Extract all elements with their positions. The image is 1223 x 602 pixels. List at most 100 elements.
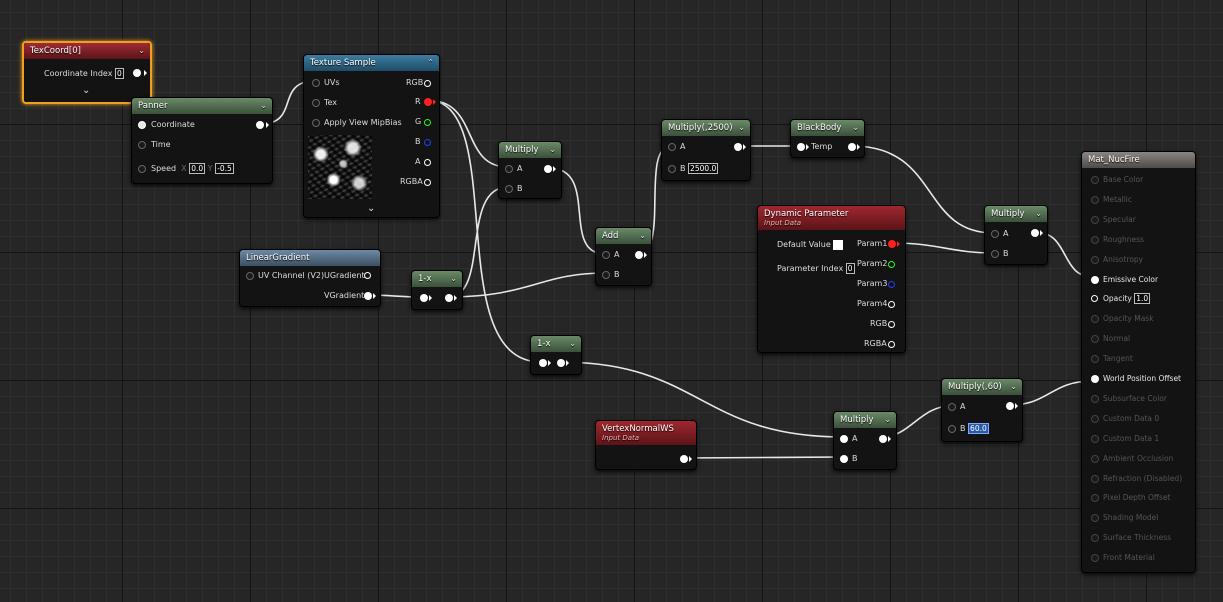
material-pin-opacity-mask[interactable] (1091, 315, 1099, 324)
a-pin[interactable] (505, 165, 513, 173)
dynamic-parameter-node[interactable]: Dynamic Parameter Input Data Default Valu… (757, 205, 906, 353)
rgba-pin[interactable] (888, 341, 895, 348)
material-pin-normal[interactable] (1091, 335, 1099, 344)
texcoord-header[interactable]: TexCoord[0] ⌄ (24, 43, 150, 59)
output-pin[interactable] (1031, 229, 1039, 237)
param1-pin[interactable] (888, 240, 896, 248)
one-minus-node-2[interactable]: 1-x ⌄ (530, 335, 582, 375)
material-pin-opacity[interactable] (1091, 295, 1098, 303)
material-pin-front-material[interactable] (1091, 554, 1099, 563)
multiply-header[interactable]: Multiply ⌄ (834, 412, 896, 428)
param3-pin[interactable] (888, 281, 895, 288)
chevron-down-icon[interactable]: ⌄ (884, 412, 891, 428)
material-result-node[interactable]: Mat_NucFire Base Color Metallic Specular Ro… (1081, 151, 1196, 573)
dynamic-parameter-header[interactable]: Dynamic Parameter Input Data (758, 206, 905, 230)
b-pin[interactable] (602, 271, 610, 279)
material-pin-specular[interactable] (1091, 215, 1099, 224)
blackbody-header[interactable]: BlackBody ⌄ (791, 120, 864, 136)
mipbias-pin[interactable] (312, 119, 320, 127)
b-pin[interactable] (668, 165, 676, 173)
material-pin-shading-model[interactable] (1091, 514, 1099, 523)
vertex-normal-node[interactable]: VertexNormalWS Input Data (595, 420, 697, 470)
coordinate-index-field[interactable]: 0 (114, 68, 124, 79)
material-pin-custom-data-1[interactable] (1091, 434, 1099, 443)
speed-y-field[interactable]: -0.5 (215, 163, 234, 174)
vgradient-pin[interactable] (364, 292, 372, 300)
multiply-header[interactable]: Multiply ⌄ (985, 206, 1047, 222)
vertex-normal-header[interactable]: VertexNormalWS Input Data (596, 421, 696, 445)
add-header[interactable]: Add ⌄ (596, 228, 651, 244)
chevron-down-icon[interactable]: ⌄ (569, 336, 576, 352)
r-pin[interactable] (424, 98, 432, 106)
one-minus-header[interactable]: 1-x ⌄ (531, 336, 581, 352)
material-pin-subsurface-color[interactable] (1091, 394, 1099, 403)
a-pin[interactable] (668, 143, 676, 151)
rgb-pin[interactable] (888, 321, 895, 328)
multiply-60-header[interactable]: Multiply(,60) ⌄ (942, 379, 1022, 395)
panner-node[interactable]: Panner ⌄ Coordinate Time Speed X 0.0 Y -0… (131, 97, 273, 184)
b-pin[interactable] (505, 185, 513, 193)
output-pin[interactable] (680, 455, 688, 463)
speed-x-field[interactable]: 0.0 (189, 163, 206, 174)
material-pin-roughness[interactable] (1091, 235, 1099, 244)
multiply-2500-header[interactable]: Multiply(,2500) ⌄ (662, 120, 750, 136)
material-pin-emissive-color[interactable] (1091, 275, 1099, 284)
output-pin[interactable] (635, 251, 643, 259)
chevron-down-icon[interactable]: ⌄ (852, 120, 859, 136)
multiply-60-node[interactable]: Multiply(,60) ⌄ A B 60.0 (941, 378, 1023, 442)
multiply-vertex-node[interactable]: Multiply ⌄ A B (833, 411, 897, 470)
chevron-down-icon[interactable]: ⌄ (1010, 379, 1017, 395)
material-pin-custom-data-0[interactable] (1091, 414, 1099, 423)
a-pin[interactable] (991, 230, 999, 238)
a-pin[interactable] (424, 159, 431, 166)
linear-gradient-node[interactable]: LinearGradient UV Channel (V2) UGradient… (239, 249, 381, 307)
material-pin-pixel-depth-offset[interactable] (1091, 494, 1099, 503)
multiply-header[interactable]: Multiply ⌄ (499, 142, 561, 158)
opacity-value-field[interactable]: 1.0 (1134, 293, 1151, 305)
blackbody-node[interactable]: BlackBody ⌄ Temp (790, 119, 865, 158)
chevron-down-icon[interactable]: ⌄ (549, 142, 556, 158)
input-pin[interactable] (420, 294, 428, 302)
material-pin-tangent[interactable] (1091, 355, 1099, 364)
output-pin[interactable] (133, 69, 141, 77)
b-pin[interactable] (948, 425, 956, 433)
a-pin[interactable] (602, 251, 610, 259)
texture-sample-header[interactable]: Texture Sample ⌃ (304, 55, 439, 71)
param4-pin[interactable] (888, 301, 895, 308)
chevron-down-icon[interactable]: ⌄ (639, 228, 646, 244)
multiply-emissive-node[interactable]: Multiply ⌄ A B (984, 205, 1048, 265)
chevron-down-icon[interactable]: ⌄ (260, 98, 267, 114)
chevron-down-icon[interactable]: ⌄ (367, 203, 375, 215)
b-pin[interactable] (991, 250, 999, 258)
g-pin[interactable] (424, 119, 431, 126)
chevron-down-icon[interactable]: ⌄ (450, 271, 457, 287)
material-pin-anisotropy[interactable] (1091, 255, 1099, 264)
output-pin[interactable] (734, 143, 742, 151)
a-pin[interactable] (948, 403, 956, 411)
b-pin[interactable] (424, 139, 431, 146)
linear-gradient-header[interactable]: LinearGradient (240, 250, 380, 266)
b-value-field[interactable]: 60.0 (968, 423, 989, 434)
multiply-2500-node[interactable]: Multiply(,2500) ⌄ A B 2500.0 (661, 119, 751, 181)
one-minus-header[interactable]: 1-x ⌄ (412, 271, 462, 287)
output-pin[interactable] (256, 121, 264, 129)
rgba-pin[interactable] (424, 179, 431, 186)
speed-pin[interactable] (138, 165, 146, 173)
material-pin-refraction-disabled[interactable] (1091, 474, 1099, 483)
one-minus-node-1[interactable]: 1-x ⌄ (411, 270, 463, 310)
output-pin[interactable] (879, 435, 887, 443)
material-header[interactable]: Mat_NucFire (1082, 152, 1195, 168)
time-pin[interactable] (138, 141, 146, 149)
chevron-down-icon[interactable]: ⌄ (82, 85, 90, 97)
uvs-pin[interactable] (312, 79, 320, 87)
texture-sample-node[interactable]: Texture Sample ⌃ UVs Tex Apply View MipBi… (303, 54, 440, 218)
material-pin-ambient-occlusion[interactable] (1091, 454, 1099, 463)
temp-pin[interactable] (797, 143, 805, 151)
material-pin-world-position-offset[interactable] (1091, 375, 1099, 383)
material-pin-surface-thickness[interactable] (1091, 534, 1099, 543)
chevron-down-icon[interactable]: ⌃ (427, 55, 434, 71)
chevron-down-icon[interactable]: ⌄ (138, 43, 145, 59)
output-pin[interactable] (1006, 402, 1014, 410)
param2-pin[interactable] (888, 261, 895, 268)
chevron-down-icon[interactable]: ⌄ (1035, 206, 1042, 222)
